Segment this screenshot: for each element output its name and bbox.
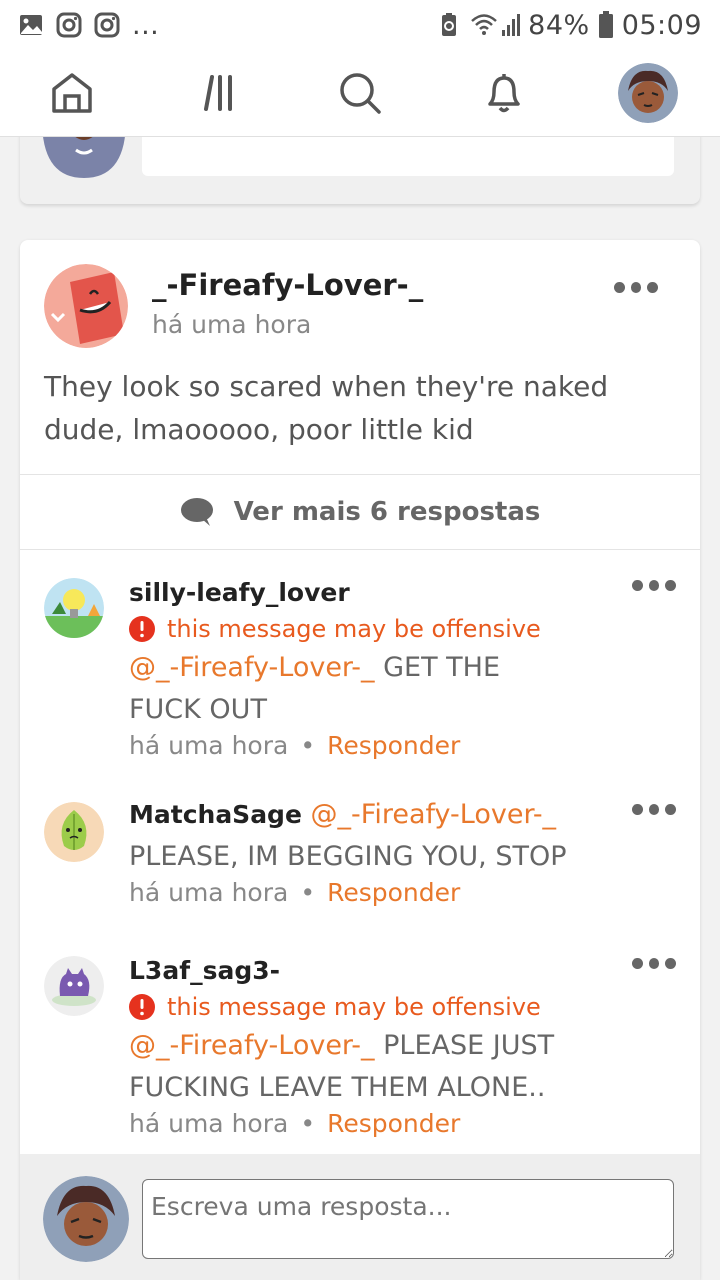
avatar[interactable] [44, 802, 104, 862]
avatar[interactable] [44, 956, 104, 1016]
mention-link[interactable]: @_-Fireafy-Lover-_ [129, 1030, 375, 1061]
speech-bubble-icon [180, 498, 213, 526]
feed-icon [204, 75, 232, 111]
avatar [43, 1176, 129, 1262]
comment-more-button[interactable] [632, 580, 677, 594]
instagram-icon [56, 12, 82, 38]
offensive-warning: this message may be offensive [129, 615, 579, 643]
comment-meta: há uma hora • Responder [129, 1109, 579, 1138]
comment-text: @_-Fireafy-Lover-_ PLEASE JUST FUCKING L… [129, 1025, 579, 1109]
comment-timestamp: há uma hora [129, 731, 289, 760]
navigation-bar [0, 50, 720, 137]
avatar[interactable] [44, 578, 104, 638]
comment-body: PLEASE, IM BEGGING YOU, STOP [129, 841, 567, 872]
instagram-icon [94, 12, 120, 38]
separator-dot: • [300, 1109, 316, 1138]
battery-percent: 84% [528, 9, 590, 41]
wifi-signal-icon [471, 14, 521, 36]
post-timestamp: há uma hora [152, 310, 312, 339]
comment-username[interactable]: L3af_sag3- [129, 956, 579, 985]
nav-home[interactable] [36, 57, 108, 129]
comment-content: L3af_sag3- this message may be offensive… [129, 956, 579, 1138]
comment-more-button[interactable] [632, 958, 677, 972]
nav-notifications[interactable] [468, 57, 540, 129]
home-icon [52, 73, 92, 113]
comment-meta: há uma hora • Responder [129, 731, 579, 760]
comment: silly-leafy_lover this message may be of… [44, 578, 684, 760]
nav-profile[interactable] [612, 57, 684, 129]
recycle-battery-icon [442, 13, 457, 36]
reply-bar [20, 1154, 700, 1280]
reply-input[interactable] [142, 1179, 674, 1259]
comment-timestamp: há uma hora [129, 1109, 289, 1138]
comment-username[interactable]: silly-leafy_lover [129, 578, 579, 607]
more-icon: ... [132, 9, 160, 41]
post-header: _-Fireafy-Lover-_ há uma hora [44, 264, 676, 354]
nav-search[interactable] [324, 57, 396, 129]
more-replies-label: Ver mais 6 respostas [233, 497, 541, 527]
bell-icon [488, 74, 520, 113]
post-card: _-Fireafy-Lover-_ há uma hora They look … [20, 240, 700, 1280]
warning-text: this message may be offensive [167, 993, 541, 1021]
status-bar: ... 84% 05:09 [0, 0, 720, 50]
comment: MatchaSage @_-Fireafy-Lover-_ PLEASE, IM … [44, 799, 684, 912]
warning-icon [129, 616, 155, 642]
post-more-button[interactable] [614, 282, 659, 296]
reply-button[interactable]: Responder [327, 731, 460, 760]
comment-text: MatchaSage @_-Fireafy-Lover-_ PLEASE, IM … [129, 794, 599, 878]
comment-username[interactable]: MatchaSage [129, 800, 302, 829]
gallery-icon [20, 15, 42, 35]
search-icon [340, 73, 381, 114]
comment-timestamp: há uma hora [129, 878, 289, 907]
comment-text: @_-Fireafy-Lover-_ GET THE FUCK OUT [129, 647, 579, 731]
comment: L3af_sag3- this message may be offensive… [44, 956, 684, 1138]
comment-content: silly-leafy_lover this message may be of… [129, 578, 579, 760]
reply-button[interactable]: Responder [327, 1109, 460, 1138]
comment-content: MatchaSage @_-Fireafy-Lover-_ PLEASE, IM … [129, 799, 599, 907]
reply-button[interactable]: Responder [327, 878, 460, 907]
separator-dot: • [300, 731, 316, 760]
clock: 05:09 [621, 9, 702, 41]
warning-icon [129, 994, 155, 1020]
comment-meta: há uma hora • Responder [129, 878, 599, 907]
mention-link[interactable]: @_-Fireafy-Lover-_ [311, 799, 557, 830]
more-replies-button[interactable]: Ver mais 6 respostas [20, 474, 700, 550]
post-body: They look so scared when they're naked d… [44, 370, 609, 446]
profile-avatar [618, 63, 678, 123]
comment-more-button[interactable] [632, 804, 677, 818]
offensive-warning: this message may be offensive [129, 993, 579, 1021]
warning-text: this message may be offensive [167, 615, 541, 643]
post-username[interactable]: _-Fireafy-Lover-_ [152, 268, 423, 302]
avatar[interactable] [44, 264, 128, 348]
battery-icon [598, 11, 613, 38]
mention-link[interactable]: @_-Fireafy-Lover-_ [129, 652, 375, 683]
separator-dot: • [300, 878, 316, 907]
nav-feed[interactable] [180, 57, 252, 129]
